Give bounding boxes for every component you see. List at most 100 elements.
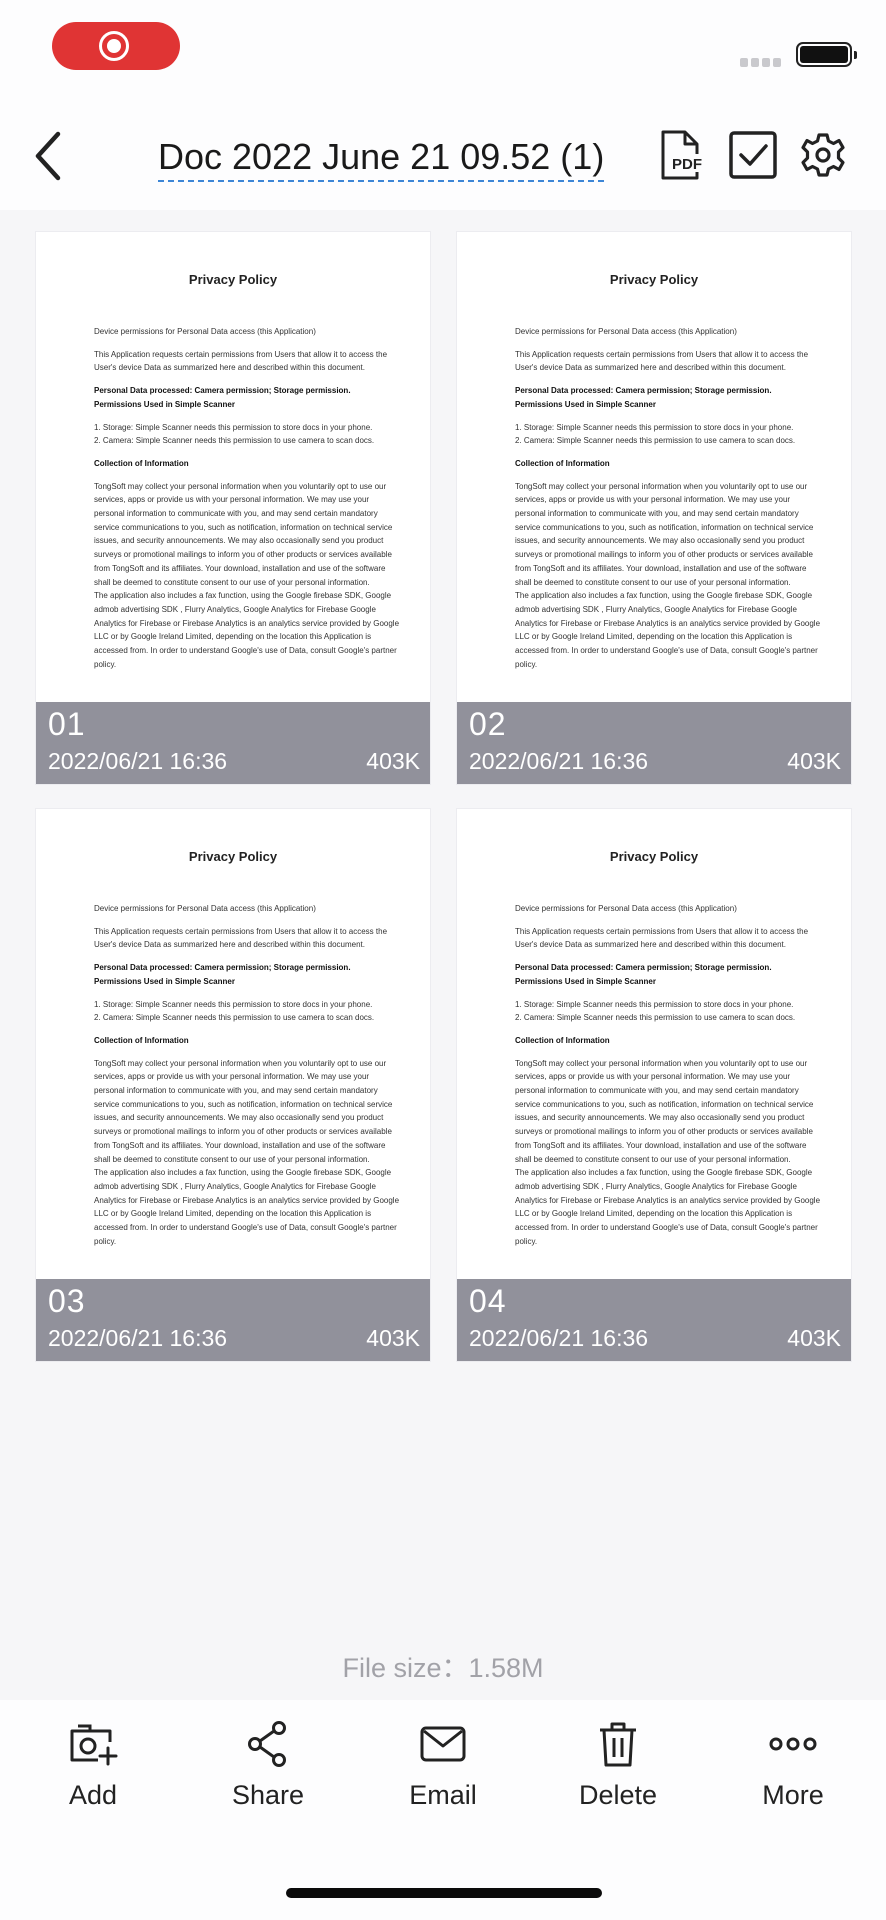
preview-text-line: Collection of Information — [94, 458, 189, 468]
preview-text-line: admob advertising SDK , Flurry Analytics… — [94, 604, 376, 614]
page-preview: Privacy Policy Device permissions for Pe… — [457, 232, 851, 702]
preview-text-line: Collection of Information — [515, 1035, 610, 1045]
page-info-overlay: 03 2022/06/21 16:36 403K — [36, 1279, 430, 1361]
preview-gap — [94, 339, 410, 348]
preview-text-line: service communications to you, such as n… — [515, 1099, 814, 1109]
page-date: 2022/06/21 16:36 — [48, 748, 228, 774]
share-button[interactable]: Share — [198, 1720, 338, 1840]
preview-text-line: TongSoft may collect your personal infor… — [94, 481, 387, 491]
preview-text-line: LLC or by Google Ireland Limited, depend… — [515, 632, 793, 642]
preview-gap — [515, 1025, 831, 1034]
preview-text-line: 1. Storage: Simple Scanner needs this pe… — [515, 422, 794, 432]
preview-gap — [515, 471, 831, 480]
page-info-overlay: 01 2022/06/21 16:36 403K — [36, 702, 430, 784]
preview-text-line: from TongSoft and its affiliates. Your d… — [515, 563, 807, 573]
preview-text-line: Permissions Used in Simple Scanner — [515, 976, 656, 986]
preview-gap — [94, 375, 410, 384]
preview-text-line: The application also includes a fax func… — [515, 1168, 813, 1178]
preview-text-line: The application also includes a fax func… — [94, 1168, 392, 1178]
preview-text-line: User's device Data as summarized here an… — [515, 940, 786, 950]
preview-gap — [94, 412, 410, 421]
preview-text-line: TongSoft may collect your personal infor… — [515, 1058, 808, 1068]
preview-gap — [515, 916, 831, 925]
preview-text-line: Personal Data processed: Camera permissi… — [94, 963, 351, 973]
preview-text-line: issues, and security announcements. We m… — [94, 1113, 384, 1123]
select-button[interactable] — [728, 130, 778, 180]
page-size: 403K — [787, 748, 841, 774]
preview-text-line: 1. Storage: Simple Scanner needs this pe… — [94, 999, 373, 1009]
preview-text-line: User's device Data as summarized here an… — [515, 363, 786, 373]
page-thumbnail-03[interactable]: Privacy Policy Device permissions for Pe… — [36, 809, 430, 1361]
preview-text-line: shall be deemed to constitute consent to… — [515, 1154, 791, 1164]
chevron-left-icon — [35, 131, 61, 181]
more-button[interactable]: More — [723, 1720, 863, 1840]
email-label: Email — [409, 1780, 477, 1810]
preview-text-line: Device permissions for Personal Data acc… — [515, 904, 737, 913]
svg-text:PDF: PDF — [672, 156, 702, 173]
page-date: 2022/06/21 16:36 — [48, 1325, 228, 1351]
delete-button[interactable]: Delete — [548, 1720, 688, 1840]
preview-title: Privacy Policy — [609, 272, 699, 287]
trash-icon — [600, 1722, 636, 1767]
preview-text-line: accessed from. In order to understand Go… — [515, 1223, 818, 1233]
preview-text-line: services, apps or provide us with your p… — [515, 1072, 791, 1082]
preview-text-line: LLC or by Google Ireland Limited, depend… — [94, 1209, 372, 1219]
page-date: 2022/06/21 16:36 — [469, 1325, 649, 1351]
bottom-toolbar: Add Share Email Delete More — [0, 1700, 886, 1920]
preview-text-line: Permissions Used in Simple Scanner — [94, 399, 235, 409]
preview-text-line: personal information to communicate with… — [94, 509, 378, 519]
preview-text-line: policy. — [515, 1236, 538, 1246]
preview-gap — [515, 375, 831, 384]
screen-recording-indicator[interactable] — [52, 22, 180, 70]
preview-text-line: personal information to communicate with… — [515, 509, 799, 519]
status-bar — [0, 0, 886, 100]
page-thumbnail-02[interactable]: Privacy Policy Device permissions for Pe… — [457, 232, 851, 784]
export-pdf-button[interactable]: PDF — [655, 130, 705, 180]
gear-icon — [801, 133, 845, 177]
preview-text-line: services, apps or provide us with your p… — [94, 495, 370, 505]
preview-text-line: issues, and security announcements. We m… — [515, 536, 805, 546]
page-size: 403K — [366, 748, 420, 774]
preview-gap — [515, 412, 831, 421]
preview-text-line: Personal Data processed: Camera permissi… — [515, 963, 772, 973]
page-size: 403K — [787, 1325, 841, 1351]
preview-text-line: policy. — [94, 1236, 117, 1246]
envelope-icon — [420, 1726, 466, 1762]
share-icon — [248, 1721, 286, 1767]
preview-text-line: Collection of Information — [94, 1035, 189, 1045]
page-thumbnail-01[interactable]: Privacy Policy Device permissions for Pe… — [36, 232, 430, 784]
preview-text-line: issues, and security announcements. We m… — [94, 536, 384, 546]
settings-button[interactable] — [798, 130, 848, 180]
preview-text-line: Collection of Information — [515, 458, 610, 468]
preview-text-line: LLC or by Google Ireland Limited, depend… — [515, 1209, 793, 1219]
email-button[interactable]: Email — [373, 1720, 513, 1840]
preview-gap — [94, 916, 410, 925]
preview-gap — [94, 448, 410, 457]
preview-text-line: from TongSoft and its affiliates. Your d… — [515, 1140, 807, 1150]
preview-text-line: surveys or promotional mailings to infor… — [515, 550, 813, 560]
checkbox-icon — [729, 131, 777, 179]
preview-text-line: admob advertising SDK , Flurry Analytics… — [515, 1181, 797, 1191]
page-preview: Privacy Policy Device permissions for Pe… — [36, 232, 430, 702]
preview-text-line: service communications to you, such as n… — [94, 1099, 393, 1109]
page-thumbnail-04[interactable]: Privacy Policy Device permissions for Pe… — [457, 809, 851, 1361]
preview-text-line: from TongSoft and its affiliates. Your d… — [94, 563, 386, 573]
page-number: 03 — [48, 1283, 86, 1319]
page-date: 2022/06/21 16:36 — [469, 748, 649, 774]
preview-text-line: shall be deemed to constitute consent to… — [94, 1154, 370, 1164]
page-number: 04 — [469, 1283, 507, 1319]
preview-text-line: Permissions Used in Simple Scanner — [94, 976, 235, 986]
back-button[interactable] — [28, 126, 72, 186]
nav-bar: Doc 2022 June 21 09.52 (1) PDF — [0, 100, 886, 210]
preview-text-line: TongSoft may collect your personal infor… — [515, 481, 808, 491]
page-info-overlay: 04 2022/06/21 16:36 403K — [457, 1279, 851, 1361]
preview-text-line: User's device Data as summarized here an… — [94, 940, 365, 950]
preview-text-line: This Application requests certain permis… — [515, 926, 809, 936]
preview-text-line: accessed from. In order to understand Go… — [94, 646, 397, 656]
preview-gap — [94, 1025, 410, 1034]
preview-title: Privacy Policy — [188, 849, 278, 864]
add-button[interactable]: Add — [23, 1720, 163, 1840]
preview-title: Privacy Policy — [188, 272, 278, 287]
preview-gap — [94, 989, 410, 998]
document-title[interactable]: Doc 2022 June 21 09.52 (1) — [158, 136, 605, 182]
